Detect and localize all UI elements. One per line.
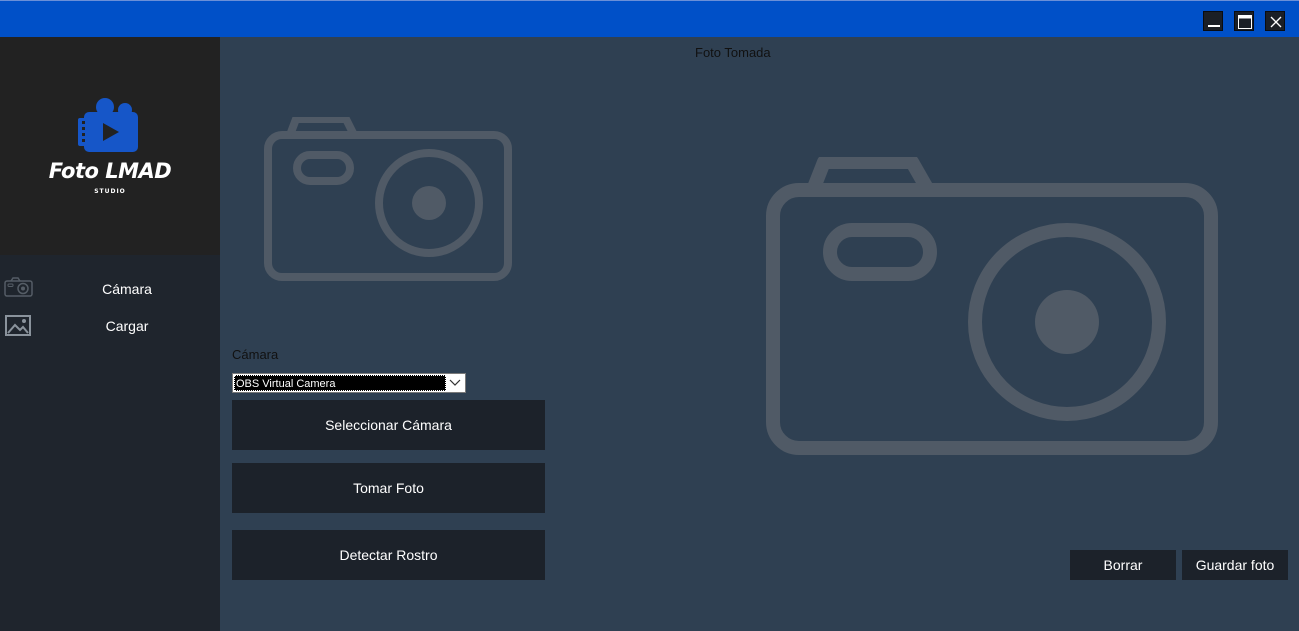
title-bar[interactable]: [0, 0, 1299, 37]
sidebar-item-cargar[interactable]: Cargar: [0, 310, 220, 342]
close-button[interactable]: [1265, 11, 1285, 31]
close-icon: [1270, 16, 1282, 28]
camera-preview: [264, 117, 512, 281]
clear-button[interactable]: Borrar: [1070, 550, 1176, 580]
camera-select-value: OBS Virtual Camera: [234, 375, 446, 391]
image-icon: [5, 315, 31, 336]
camera-select[interactable]: OBS Virtual Camera: [232, 373, 466, 393]
photo-title: Foto Tomada: [695, 45, 771, 60]
save-photo-button[interactable]: Guardar foto: [1182, 550, 1288, 580]
sidebar: Foto LMAD STUDIO Cámara Cargar: [0, 37, 220, 631]
app-logo-title: Foto LMAD: [48, 159, 172, 183]
maximize-icon: [1238, 15, 1252, 29]
sidebar-item-label: Cargar: [105, 318, 149, 334]
camera-label: Cámara: [232, 347, 279, 362]
detect-face-button[interactable]: Detectar Rostro: [232, 530, 545, 580]
chevron-down-icon: [449, 379, 461, 386]
minimize-button[interactable]: [1203, 11, 1223, 31]
main-panel: Foto Tomada Cámara OBS Virtual Camera Se…: [220, 37, 1299, 631]
photo-preview: [766, 157, 1218, 455]
camera-placeholder-icon: [766, 157, 1218, 455]
maximize-button[interactable]: [1234, 11, 1254, 31]
app-logo-subtitle: STUDIO: [94, 188, 126, 195]
app-window: Foto LMAD STUDIO Cámara Cargar Foto Toma…: [0, 0, 1299, 631]
minimize-icon: [1208, 25, 1220, 27]
logo-panel: Foto LMAD STUDIO: [0, 37, 220, 255]
video-camera-icon: [78, 98, 138, 152]
camera-placeholder-icon: [264, 117, 512, 281]
sidebar-item-camara[interactable]: Cámara: [0, 273, 220, 305]
sidebar-item-label: Cámara: [102, 281, 152, 297]
select-camera-button[interactable]: Seleccionar Cámara: [232, 400, 545, 450]
take-photo-button[interactable]: Tomar Foto: [232, 463, 545, 513]
camera-icon: [4, 277, 33, 297]
